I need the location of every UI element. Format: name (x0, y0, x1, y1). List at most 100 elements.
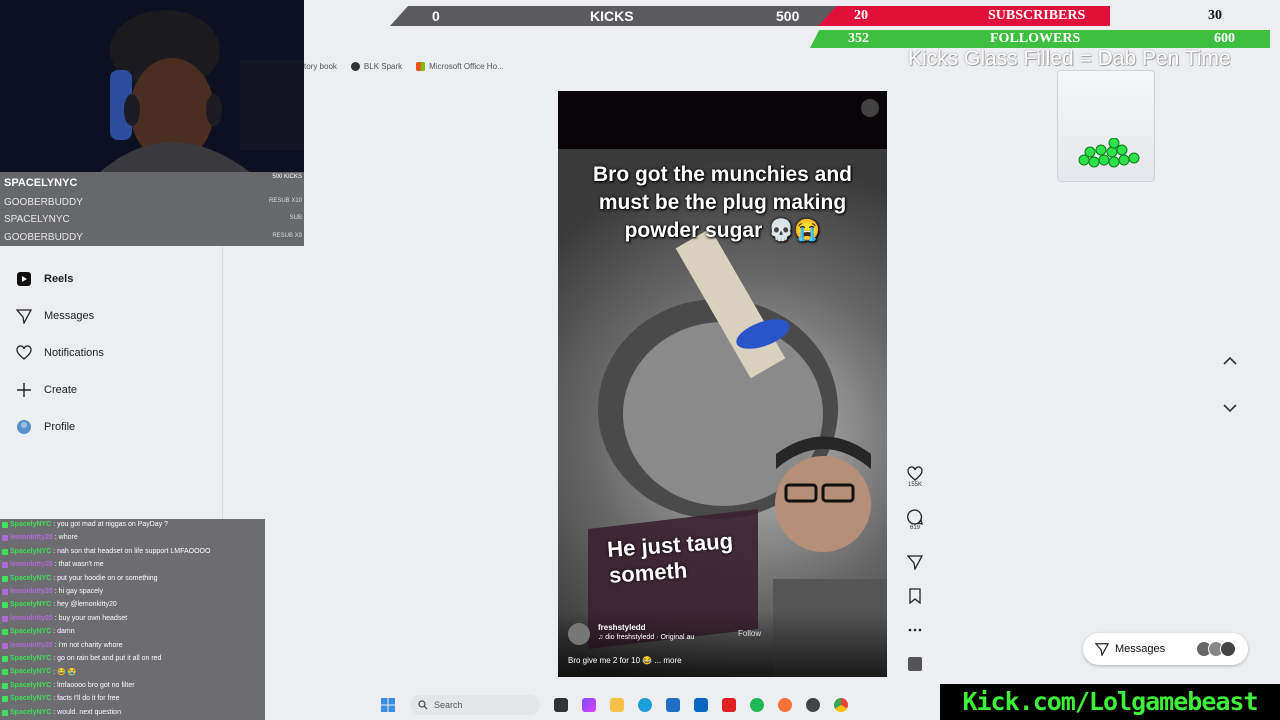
obs-icon[interactable] (806, 698, 820, 712)
sidebar-item-label: Create (44, 384, 78, 396)
top-supporter-tag: 500 KICKS (272, 174, 302, 180)
recent-subs-panel: SPACELYNYC 500 KICKS GOOBERBUDDY RESUB X… (0, 172, 304, 246)
file-explorer-icon[interactable] (610, 698, 624, 712)
chat-badge-icon (2, 682, 8, 689)
sub-tag: RESUB X9 (272, 233, 302, 239)
sub-name: SPACELYNYC (4, 214, 70, 225)
bookmark-office[interactable]: Microsoft Office Ho... (416, 61, 504, 71)
followers-current: 352 (848, 31, 869, 46)
chat-badge-icon (2, 709, 8, 716)
chat-message: SpacelyNYC: hey @lemonkitty20 (2, 601, 117, 609)
task-view-icon[interactable] (554, 698, 568, 712)
reel-username[interactable]: freshstyledd (598, 623, 646, 632)
followers-goal-bar: 352 FOLLOWERS 600 (810, 30, 1270, 48)
previous-reel-button[interactable] (1218, 349, 1242, 373)
chat-message: lemonkitty20: hi gay spacely (2, 588, 103, 595)
chat-username[interactable]: SpacelyNYC (10, 548, 51, 555)
taskbar-search[interactable]: Search (410, 695, 540, 715)
next-reel-button[interactable] (1218, 396, 1242, 420)
spotify-icon[interactable] (750, 698, 764, 712)
firefox-icon[interactable] (778, 698, 792, 712)
chat-text: : facts I'll do it for free (53, 695, 120, 703)
chat-username[interactable]: SpacelyNYC (10, 655, 51, 662)
chat-text: : go on rain bet and put it all on red (53, 655, 162, 662)
chat-username[interactable]: SpacelyNYC (10, 695, 51, 702)
share-button[interactable] (904, 554, 926, 570)
webcam-feed (0, 0, 304, 172)
bookmark-story-book[interactable]: story book (300, 62, 337, 71)
chat-username[interactable]: SpacelyNYC (10, 682, 51, 689)
chat-badge-icon (2, 589, 8, 595)
sub-name: GOOBERBUDDY (4, 232, 83, 243)
chat-username[interactable]: lemonkitty20 (10, 561, 53, 568)
sidebar-item-label: Messages (44, 310, 95, 322)
outlook-icon[interactable] (694, 698, 708, 712)
more-options-button[interactable] (904, 622, 926, 638)
sidebar-item-messages[interactable]: Messages (16, 308, 94, 324)
audio-thumbnail[interactable] (904, 656, 926, 672)
messages-icon (1095, 643, 1109, 656)
reel-audio[interactable]: ♫ dio freshstyledd · Original au (598, 634, 694, 641)
chat-text: : you got mad at niggas on PayDay ? (53, 521, 169, 528)
reel-description[interactable]: Bro give me 2 for 10 😂 ... more (568, 656, 682, 665)
chat-username[interactable]: lemonkitty20 (10, 615, 53, 622)
sidebar-item-profile[interactable]: Profile (16, 419, 75, 435)
microsoft-icon (416, 61, 426, 71)
sidebar-item-notifications[interactable]: Notifications (16, 345, 104, 361)
mute-button[interactable] (861, 99, 879, 117)
heart-icon (907, 466, 923, 481)
chat-username[interactable]: SpacelyNYC (10, 601, 51, 608)
save-button[interactable] (904, 588, 926, 604)
kicks-label: KICKS (590, 8, 634, 24)
subscribers-goal-bar: 20 SUBSCRIBERS (818, 6, 1128, 26)
chat-badge-icon (2, 575, 8, 582)
chat-username[interactable]: lemonkitty20 (10, 642, 53, 649)
follow-button[interactable]: Follow (738, 629, 761, 638)
chat-username[interactable]: SpacelyNYC (10, 628, 51, 635)
chat-username[interactable]: lemonkitty20 (10, 534, 53, 541)
chat-text: : hey @lemonkitty20 (53, 601, 117, 609)
heart-icon (16, 345, 32, 360)
chat-message: SpacelyNYC: lmfaoooo bro got no filter (2, 682, 135, 689)
youtube-icon[interactable] (722, 698, 736, 712)
chat-username[interactable]: SpacelyNYC (10, 521, 51, 528)
chat-message: lemonkitty20: that wasn't me (2, 561, 104, 569)
sidebar-item-label: Reels (44, 273, 74, 285)
chat-badge-icon (2, 656, 8, 662)
sub-tag: SUB (289, 215, 302, 221)
blk-spark-icon (350, 61, 360, 71)
chat-username[interactable]: lemonkitty20 (10, 588, 53, 595)
store-icon[interactable] (666, 698, 680, 712)
sidebar-item-label: Notifications (44, 347, 104, 359)
copilot-icon[interactable] (582, 698, 596, 712)
comment-count: 619 (909, 525, 920, 531)
kicks-goal: 500 (776, 8, 800, 24)
reel-author-avatar[interactable] (568, 623, 590, 645)
chat-username[interactable]: SpacelyNYC (10, 668, 51, 676)
chat-message: SpacelyNYC: you got mad at niggas on Pay… (2, 521, 168, 528)
message-avatars (1196, 641, 1236, 657)
sidebar-item-create[interactable]: Create (16, 382, 77, 398)
chat-username[interactable]: SpacelyNYC (10, 709, 51, 716)
reel-video[interactable]: Bro got the munchies and must be the plu… (558, 91, 887, 677)
chat-message: SpacelyNYC: 😂 😭 (2, 668, 77, 676)
windows-taskbar: Search (380, 692, 900, 718)
sidebar-item-reels[interactable]: Reels (16, 271, 73, 287)
chat-message: SpacelyNYC: go on rain bet and put it al… (2, 655, 161, 662)
messages-floating-button[interactable]: Messages (1083, 633, 1248, 665)
edge-icon[interactable] (638, 698, 652, 712)
chat-badge-icon (2, 522, 8, 528)
chrome-icon[interactable] (834, 698, 848, 712)
search-icon (418, 700, 428, 710)
comment-button[interactable]: 619 (904, 509, 926, 531)
like-button[interactable]: 155K (904, 466, 926, 488)
chat-username[interactable]: SpacelyNYC (10, 575, 51, 582)
streamer-webcam (0, 0, 304, 172)
windows-start-icon[interactable] (380, 697, 396, 713)
chat-text: : hi gay spacely (54, 588, 104, 595)
share-icon (907, 555, 923, 570)
avatar (1220, 641, 1236, 657)
bookmark-blk-spark[interactable]: BLK Spark (350, 61, 402, 71)
chat-message: SpacelyNYC: put your hoodie on or someth… (2, 575, 158, 582)
chat-message: SpacelyNYC: facts I'll do it for free (2, 695, 120, 703)
